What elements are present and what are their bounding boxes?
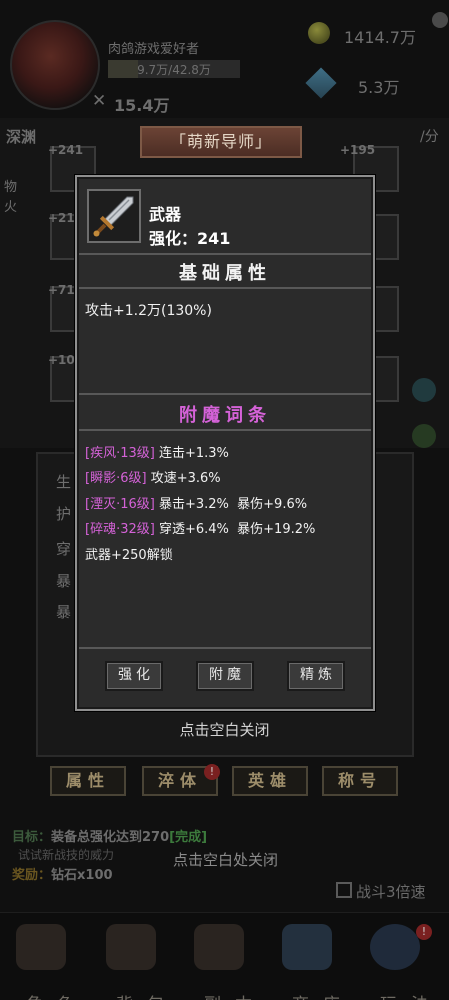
slot-plus-4: +10 (48, 353, 75, 367)
quest-goal-text: 装备总强化达到270 (51, 830, 170, 845)
enchant-tag: [湮灭·16级] (85, 497, 155, 512)
enchant-effect: 连击+1.3% (158, 446, 229, 461)
enchant-row: [湮灭·16级] 暴击+3.2% 暴伤+9.6% (85, 493, 307, 512)
slot-plus-2: +21 (48, 211, 75, 225)
nav-label: 角色 (12, 990, 74, 1000)
skill-orb-icon[interactable] (412, 378, 436, 402)
base-attr-title: 基础属性 (179, 263, 271, 284)
battle-speed-label: 战斗3倍速 (356, 883, 426, 901)
skill-orb-icon-2[interactable] (412, 424, 436, 448)
enchant-row: [碎魂·32级] 穿透+6.4% 暴伤+19.2% (85, 518, 315, 537)
phys-label: 物 (4, 180, 18, 195)
nav-label: 背包 (102, 990, 164, 1000)
avatar[interactable] (10, 20, 100, 110)
shop-icon (282, 924, 332, 970)
divider (79, 287, 371, 289)
enchant-button[interactable]: 附魔 (196, 661, 254, 691)
skull-icon (194, 924, 244, 970)
coin-icon (308, 22, 330, 44)
panel-header-left: 深渊 (6, 128, 37, 146)
panel-header-right: /分 (420, 129, 439, 145)
nav-label: 副本 (190, 990, 252, 1000)
stat-row-label: 暴 (56, 603, 72, 621)
slot-plus-3: +71 (48, 283, 75, 297)
quest-reward-label: 奖励： (12, 868, 52, 883)
item-level: 强化：241 (149, 229, 231, 248)
nav-label: 商店 (278, 990, 340, 1000)
stat-row-label: 护 (56, 505, 72, 523)
enchant-row: [疾风·13级] 连击+1.3% (85, 442, 229, 461)
item-name: 武器 (149, 205, 182, 224)
stat-row-label: 暴 (56, 572, 72, 590)
enchant-tag: [碎魂·32级] (85, 522, 155, 537)
power-value: 15.4万 (114, 96, 170, 115)
item-detail-popup: 武器 强化：241 基础属性 攻击+1.2万(130%) 附魔词条 [疾风·13… (75, 175, 375, 711)
tab-titles[interactable]: 称号 (322, 766, 398, 796)
gameplay-badge: ! (416, 924, 432, 940)
stat-row-label: 生 (56, 473, 72, 491)
player-name: 肉鸽游戏爱好者 (108, 42, 200, 57)
backpack-icon (106, 924, 156, 970)
quest-reward-text: 钻石x100 (51, 868, 113, 883)
upgrade-button[interactable]: 强化 (105, 661, 163, 691)
enchant-effect: 攻速+3.6% (150, 471, 221, 486)
unlock-text: 武器+250解锁 (85, 548, 173, 563)
slot-plus-1: +241 (48, 143, 84, 157)
fire-label: 火 (4, 200, 18, 215)
gem-count: 5.3万 (358, 78, 400, 97)
stat-row-label: 穿 (56, 540, 72, 558)
exp-text: 9.7万/42.8万 (137, 63, 211, 77)
enchant-row: [瞬影·6级] 攻速+3.6% (85, 467, 221, 486)
sword-icon (87, 189, 141, 243)
menu-dot-icon[interactable] (432, 12, 448, 28)
tab-heroes[interactable]: 英雄 (232, 766, 308, 796)
quest-goal[interactable]: 目标：装备总强化达到270[完成] (12, 826, 207, 845)
enchant-tag: [疾风·13级] (85, 446, 155, 461)
gem-icon (305, 67, 337, 99)
base-attr-value: 攻击+1.2万(130%) (85, 303, 212, 319)
close-hint-popup[interactable]: 点击空白关闭 (0, 719, 449, 740)
portal-icon (370, 924, 420, 970)
divider (79, 253, 371, 255)
quest-goal-label: 目标： (12, 830, 52, 845)
quest-goal-status: [完成] (169, 830, 208, 845)
tempering-badge: ! (204, 764, 220, 780)
title-ribbon: 「萌新导师」 (140, 126, 302, 158)
slot-plus-5: +195 (340, 143, 376, 157)
nav-label: 玩法 (366, 990, 428, 1000)
coin-count: 1414.7万 (344, 28, 416, 47)
nav-shop[interactable]: 商店 (278, 924, 340, 1000)
enchant-effect: 暴击+3.2% 暴伤+9.6% (158, 497, 308, 512)
nav-character[interactable]: 角色 (12, 924, 74, 1000)
close-hint-background[interactable]: 点击空白处关闭 (0, 849, 449, 870)
character-icon (16, 924, 66, 970)
tab-attributes[interactable]: 属性 (50, 766, 126, 796)
enchant-effect: 穿透+6.4% 暴伤+19.2% (158, 522, 316, 537)
sword-power-icon: ✕ (92, 91, 107, 111)
refine-button[interactable]: 精炼 (287, 661, 345, 691)
divider (79, 429, 371, 431)
divider (79, 647, 371, 649)
battle-speed-checkbox[interactable] (336, 882, 352, 898)
nav-backpack[interactable]: 背包 (102, 924, 164, 1000)
enchant-tag: [瞬影·6级] (85, 471, 147, 486)
divider (79, 393, 371, 395)
enchant-title: 附魔词条 (179, 405, 271, 426)
nav-dungeon[interactable]: 副本 (190, 924, 252, 1000)
